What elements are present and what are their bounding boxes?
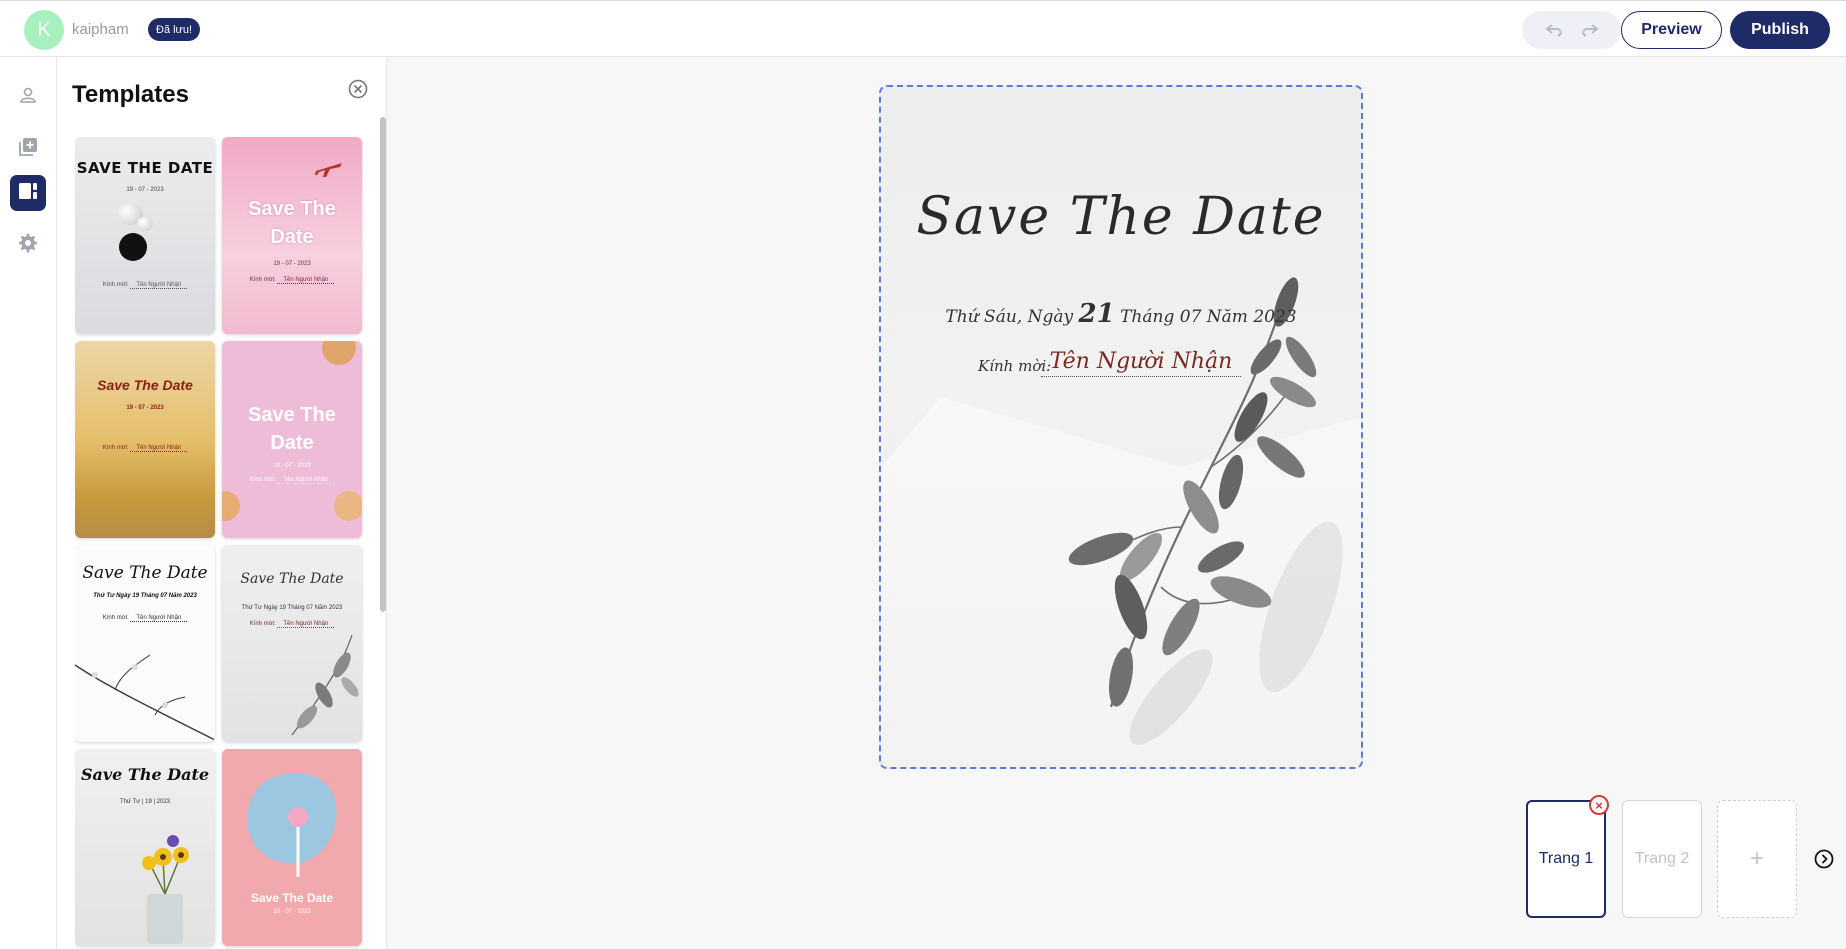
saved-status-badge: Đã lưu! <box>148 18 201 41</box>
chevron-right-circle-icon[interactable] <box>1813 848 1835 870</box>
sidebar-item-templates[interactable] <box>10 175 46 211</box>
airplane-icon <box>314 157 344 184</box>
card-title[interactable]: Save The Date <box>881 187 1361 247</box>
template-title: Save The Date <box>240 571 344 587</box>
template-card[interactable]: Save The Date 19 - 07 - 2023 Kính mời: T… <box>75 341 215 538</box>
template-card[interactable]: Save The Date 19 - 07 - 2023 <box>222 749 362 946</box>
template-recipient: Tên Người Nhận <box>277 477 335 484</box>
sidebar-item-settings[interactable] <box>10 227 46 263</box>
template-recipient: Tên Người Nhận <box>130 282 188 289</box>
template-date: Thứ Tư Ngày 19 Tháng 07 Năm 2023 <box>93 593 197 599</box>
template-date: 19 - 07 - 2023 <box>126 187 164 193</box>
template-invite: Kính mời: <box>102 615 129 621</box>
redo-icon[interactable] <box>1579 23 1599 37</box>
template-invite: Kính mời: <box>249 277 276 283</box>
card-date-prefix: Thứ Sáu, Ngày <box>945 307 1074 327</box>
avatar-initial: K <box>37 18 51 41</box>
undo-icon[interactable] <box>1544 23 1565 37</box>
template-date: Thứ Tư | 19 | 2023 <box>119 799 171 805</box>
close-circle-icon[interactable] <box>347 78 369 100</box>
template-invite: Kính mời: <box>102 445 129 451</box>
invitation-canvas[interactable]: Save The Date Thứ Sáu, Ngày 21 Tháng 07 … <box>879 85 1363 769</box>
template-card[interactable]: Save The Date Thứ Tư | 19 | 2023 <box>75 749 215 946</box>
page-thumb-2[interactable]: Trang 2 <box>1622 800 1702 918</box>
template-card[interactable]: Save The Date 19 - 07 - 2023 Kính mời: T… <box>222 137 362 334</box>
template-recipient: Tên Người Nhận <box>130 445 188 452</box>
add-page-icon <box>17 136 39 163</box>
template-title: Save The Date <box>82 563 208 583</box>
publish-button[interactable]: Publish <box>1730 11 1830 49</box>
card-date[interactable]: Thứ Sáu, Ngày 21 Tháng 07 Năm 2023 <box>881 299 1361 329</box>
panel-title: Templates <box>72 81 189 108</box>
templates-icon <box>18 182 38 205</box>
template-card[interactable]: Save The Date 19 - 07 - 2023 Kính mời: T… <box>222 341 362 538</box>
template-invite: Kính mời: <box>249 477 276 483</box>
preview-button[interactable]: Preview <box>1621 11 1722 49</box>
page-thumb-1[interactable]: Trang 1 <box>1526 800 1606 918</box>
card-date-day: 21 <box>1078 299 1115 329</box>
avatar[interactable]: K <box>24 10 64 50</box>
template-title: Save The Date <box>248 198 336 248</box>
username: kaipham <box>72 21 129 38</box>
template-title: Save The Date <box>250 891 334 905</box>
template-date: 19 - 07 - 2023 <box>273 463 311 469</box>
template-title: SAVE THE DATE <box>76 159 214 177</box>
template-grid: SAVE THE DATE 19 - 07 - 2023 Kính mời: T… <box>75 137 365 949</box>
template-date: 19 - 07 - 2023 <box>273 261 311 267</box>
template-recipient: Tên Người Nhận <box>277 277 335 284</box>
template-card[interactable]: Save The Date Thứ Tư Ngày 19 Tháng 07 Nă… <box>75 545 215 742</box>
card-recipient[interactable]: Tên Người Nhận <box>1041 349 1241 377</box>
template-date: 19 - 07 - 2023 <box>273 909 311 915</box>
panel-scrollbar[interactable] <box>380 117 386 612</box>
add-page-button[interactable]: + <box>1717 800 1797 918</box>
template-date: 19 - 07 - 2023 <box>126 405 164 411</box>
template-title: Save The Date <box>80 765 210 784</box>
remove-page-button[interactable]: × <box>1589 795 1609 815</box>
template-title: Save The Date <box>97 377 193 393</box>
template-card[interactable]: Save The Date Thứ Tư Ngày 19 Tháng 07 Nă… <box>222 545 362 742</box>
sidebar-item-add-page[interactable] <box>10 131 46 167</box>
template-card[interactable]: SAVE THE DATE 19 - 07 - 2023 Kính mời: T… <box>75 137 215 334</box>
templates-panel: Templates SAVE THE DATE 19 - 07 - 2023 K… <box>57 57 387 949</box>
template-invite: Kính mời: <box>102 282 129 288</box>
user-icon <box>18 85 38 110</box>
card-date-suffix: Tháng 07 Năm 2023 <box>1120 307 1297 327</box>
sidebar-rail <box>0 57 57 949</box>
sidebar-item-profile[interactable] <box>10 79 46 115</box>
top-bar: K kaipham Đã lưu! Preview Publish <box>0 0 1846 57</box>
template-date: Thứ Tư Ngày 19 Tháng 07 Năm 2023 <box>241 605 343 611</box>
gear-icon <box>18 233 38 258</box>
template-title: Save The Date <box>248 404 336 454</box>
undo-redo-group <box>1522 11 1621 49</box>
template-recipient: Tên Người Nhận <box>130 615 188 622</box>
